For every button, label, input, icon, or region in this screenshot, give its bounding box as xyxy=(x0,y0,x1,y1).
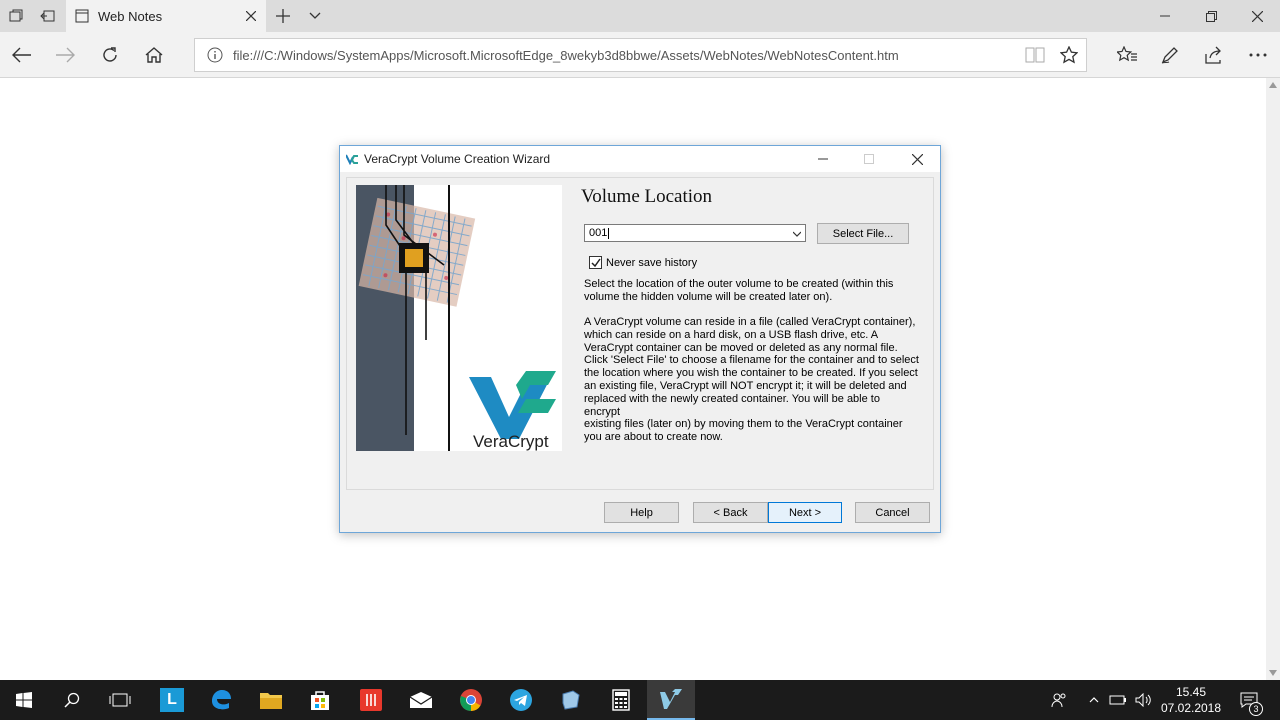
dialog-minimize-icon[interactable] xyxy=(800,146,846,172)
set-tabs-aside-icon[interactable] xyxy=(32,0,64,32)
forward-arrow-icon[interactable] xyxy=(48,39,82,71)
dialog-title-bar[interactable]: VeraCrypt Volume Creation Wizard xyxy=(340,146,940,172)
tab-manager-icon[interactable] xyxy=(0,0,32,32)
dialog-maximize-icon xyxy=(846,146,892,172)
more-actions-icon[interactable] xyxy=(1241,39,1275,71)
task-view-icon[interactable] xyxy=(96,680,144,720)
favorites-hub-icon[interactable] xyxy=(1110,39,1144,71)
dialog-close-icon[interactable] xyxy=(894,146,940,172)
wizard-panel: VeraCrypt Volume Location 001 Select Fil… xyxy=(346,177,934,490)
veracrypt-logo-text: VeraCrypt xyxy=(473,432,549,451)
telegram-icon[interactable] xyxy=(497,680,545,720)
volume-location-combobox[interactable]: 001 xyxy=(584,224,806,242)
tab-preview-chevron-icon[interactable] xyxy=(299,0,331,32)
address-url[interactable]: file:///C:/Windows/SystemApps/Microsoft.… xyxy=(233,48,1018,63)
never-save-history-checkbox[interactable]: Never save history xyxy=(589,256,697,269)
tab-web-notes[interactable]: Web Notes xyxy=(66,0,266,32)
home-icon[interactable] xyxy=(137,39,171,71)
clock-time: 15.45 xyxy=(1175,685,1207,699)
combo-value[interactable]: 001 xyxy=(589,227,607,239)
mail-icon[interactable] xyxy=(397,680,445,720)
never-save-history-label: Never save history xyxy=(606,256,698,269)
checkmark-icon xyxy=(590,258,601,267)
edge-browser-icon[interactable] xyxy=(197,680,245,720)
notification-count-badge: 3 xyxy=(1249,702,1263,716)
windows-taskbar: L 15.45 07.02.2018 3 xyxy=(0,680,1280,720)
cancel-button[interactable]: Cancel xyxy=(855,502,930,523)
calculator-icon[interactable] xyxy=(597,680,645,720)
veracrypt-wizard-dialog: VeraCrypt Volume Creation Wizard VeraCry… xyxy=(339,145,941,533)
wizard-side-image: VeraCrypt xyxy=(356,185,562,451)
back-button[interactable]: < Back xyxy=(693,502,768,523)
refresh-icon[interactable] xyxy=(93,39,127,71)
vertical-scrollbar[interactable] xyxy=(1266,78,1280,680)
next-button[interactable]: Next > xyxy=(768,502,842,523)
start-windows-icon[interactable] xyxy=(0,680,48,720)
checkbox-box[interactable] xyxy=(589,256,602,269)
favorite-star-icon[interactable] xyxy=(1052,46,1086,64)
veracrypt-app-icon xyxy=(346,153,358,165)
system-clock[interactable]: 15.45 07.02.2018 xyxy=(1155,684,1227,716)
address-bar[interactable]: file:///C:/Windows/SystemApps/Microsoft.… xyxy=(194,38,1087,72)
chevron-up-icon[interactable] xyxy=(1084,680,1104,720)
description-paragraph-1: Select the location of the outer volume … xyxy=(584,278,894,303)
veracrypt-taskbar-icon[interactable] xyxy=(647,680,695,720)
wizard-heading: Volume Location xyxy=(581,186,713,207)
chrome-icon[interactable] xyxy=(447,680,495,720)
share-icon[interactable] xyxy=(1196,39,1230,71)
minimize-icon[interactable] xyxy=(1142,0,1188,32)
close-window-icon[interactable] xyxy=(1234,0,1280,32)
store-icon[interactable] xyxy=(296,680,344,720)
red-app-icon[interactable] xyxy=(347,680,395,720)
file-explorer-icon[interactable] xyxy=(247,680,295,720)
chevron-down-icon[interactable] xyxy=(792,228,802,240)
app-l-letter: L xyxy=(160,688,184,712)
tab-title: Web Notes xyxy=(98,8,163,24)
select-file-button[interactable]: Select File... xyxy=(817,223,909,244)
browser-toolbar: file:///C:/Windows/SystemApps/Microsoft.… xyxy=(0,32,1280,78)
restore-icon[interactable] xyxy=(1188,0,1234,32)
people-icon[interactable] xyxy=(1046,680,1072,720)
web-note-pen-icon[interactable] xyxy=(1153,39,1187,71)
volume-icon[interactable] xyxy=(1132,680,1154,720)
page-icon xyxy=(75,9,89,23)
help-button[interactable]: Help xyxy=(604,502,679,523)
action-center-icon[interactable]: 3 xyxy=(1234,680,1264,720)
app-l-icon[interactable]: L xyxy=(148,680,196,720)
new-tab-icon[interactable] xyxy=(267,0,299,32)
site-info-icon[interactable] xyxy=(207,47,223,63)
reading-view-icon[interactable] xyxy=(1018,47,1052,63)
clock-date: 07.02.2018 xyxy=(1160,701,1222,715)
dialog-title: VeraCrypt Volume Creation Wizard xyxy=(364,152,551,166)
description-paragraph-2: A VeraCrypt volume can reside in a file … xyxy=(584,316,919,444)
text-cursor xyxy=(608,227,610,239)
browser-tab-bar: Web Notes xyxy=(0,0,1280,32)
virtualbox-icon[interactable] xyxy=(547,680,595,720)
close-tab-icon[interactable] xyxy=(236,11,266,21)
search-icon[interactable] xyxy=(48,680,96,720)
battery-icon[interactable] xyxy=(1106,680,1130,720)
back-arrow-icon[interactable] xyxy=(5,39,39,71)
